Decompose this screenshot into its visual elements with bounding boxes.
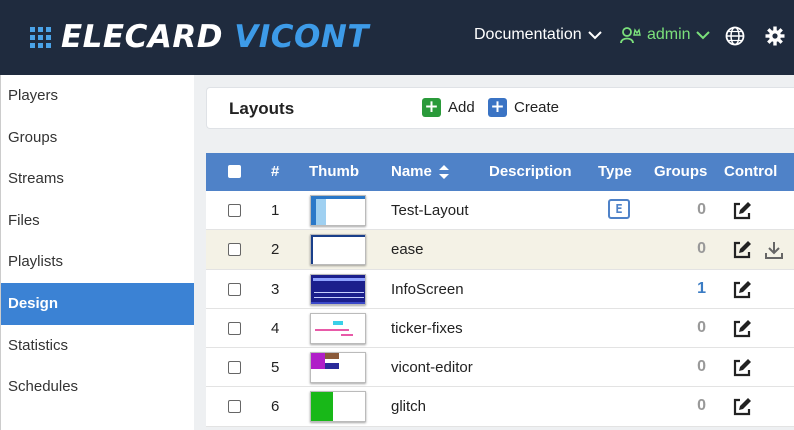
groups-count: 0 [697,201,706,218]
settings-gear-icon[interactable] [765,26,785,51]
user-menu[interactable]: admin [620,26,710,44]
edit-icon[interactable] [731,357,753,384]
edit-icon[interactable] [731,396,753,423]
sidebar-item-players[interactable]: Players [1,75,194,117]
col-type: Type [598,163,632,180]
col-groups: Groups [654,163,708,180]
table-row[interactable]: 2 ease 0 [206,230,794,270]
layout-thumbnail[interactable] [310,312,366,344]
table-row[interactable]: 3 InfoScreen 1 [206,269,794,309]
page-header: Layouts + Add + Create [206,87,794,129]
editor-type-badge: E [608,199,630,219]
page-title: Layouts [229,99,295,118]
col-name-sort[interactable]: Name [391,163,450,180]
top-navbar: ELECARD VICONT Documentation admin [0,0,794,75]
layout-thumbnail[interactable] [310,195,366,226]
row-checkbox[interactable] [228,321,241,335]
sidebar-item-groups[interactable]: Groups [1,117,194,159]
layout-thumbnail[interactable] [310,234,366,266]
sidebar-item-files[interactable]: Files [1,200,194,242]
col-description: Description [489,163,572,180]
col-control: Control [724,163,778,180]
logo-word-vicont: VICONT [234,19,369,55]
row-checkbox[interactable] [228,400,241,414]
sidebar-item-streams[interactable]: Streams [1,158,194,200]
col-name: Name [391,163,432,180]
chevron-down-icon [587,31,602,40]
layout-thumbnail[interactable] [310,352,366,384]
logo-dots-icon [30,26,51,48]
sidebar: Players Groups Streams Files Playlists D… [0,75,194,430]
create-label: Create [514,99,560,116]
row-checkbox[interactable] [228,282,241,296]
elecard-vicont-logo[interactable]: ELECARD VICONT [30,18,369,56]
layout-name[interactable]: ticker-fixes [391,320,463,337]
layout-name[interactable]: ease [391,241,424,258]
table-row[interactable]: 1 Test-Layout E 0 [206,191,794,231]
edit-icon[interactable] [731,279,753,306]
chevron-down-icon [695,31,710,40]
create-button[interactable]: + Create [488,98,559,117]
add-button[interactable]: + Add [422,98,475,117]
sidebar-item-schedules[interactable]: Schedules [1,366,194,408]
sort-icon [438,164,449,179]
row-num: 5 [271,359,280,377]
row-num: 3 [271,280,280,298]
row-checkbox[interactable] [228,204,241,217]
layout-name[interactable]: Test-Layout [391,202,469,219]
col-thumb: Thumb [309,163,359,180]
table-row[interactable]: 6 glitch 0 [206,387,794,427]
layout-name[interactable]: vicont-editor [391,359,473,376]
col-num: # [271,163,280,180]
edit-icon[interactable] [731,200,753,227]
sidebar-item-statistics[interactable]: Statistics [1,325,194,367]
language-globe-icon[interactable] [725,26,745,51]
layout-name[interactable]: glitch [391,398,426,415]
logo-text: ELECARD VICONT [61,19,369,55]
row-num: 6 [271,398,280,416]
row-num: 2 [271,241,280,259]
add-label: Add [448,99,475,116]
row-num: 4 [271,319,280,337]
groups-count: 0 [697,240,706,258]
layout-thumbnail[interactable] [310,273,366,305]
plus-icon: + [422,98,441,117]
groups-count: 0 [697,397,706,415]
row-num: 1 [271,202,280,219]
documentation-menu[interactable]: Documentation [474,26,602,44]
groups-count: 1 [697,279,706,297]
layout-thumbnail[interactable] [310,391,366,423]
row-checkbox[interactable] [228,361,241,375]
layouts-table: # Thumb Name Description Type Groups Con… [206,153,794,427]
table-header: # Thumb Name Description Type Groups Con… [206,153,794,191]
table-row[interactable]: 5 vicont-editor 0 [206,348,794,388]
edit-icon[interactable] [731,239,753,266]
groups-count: 0 [697,358,706,376]
download-icon[interactable] [764,240,784,265]
sidebar-item-design[interactable]: Design [1,282,194,325]
user-crown-icon [620,27,641,44]
edit-icon[interactable] [731,318,753,345]
plus-icon: + [488,98,507,117]
user-label: admin [647,26,691,43]
table-row[interactable]: 4 ticker-fixes 0 [206,308,794,349]
logo-word-elecard: ELECARD [61,19,223,55]
documentation-label: Documentation [474,26,582,43]
layout-name[interactable]: InfoScreen [391,281,464,298]
sidebar-item-playlists[interactable]: Playlists [1,241,194,283]
row-checkbox[interactable] [228,243,241,257]
groups-count: 0 [697,318,706,336]
main-content: Layouts + Add + Create # Thumb Name Desc… [194,75,794,430]
select-all-checkbox[interactable] [228,165,241,178]
